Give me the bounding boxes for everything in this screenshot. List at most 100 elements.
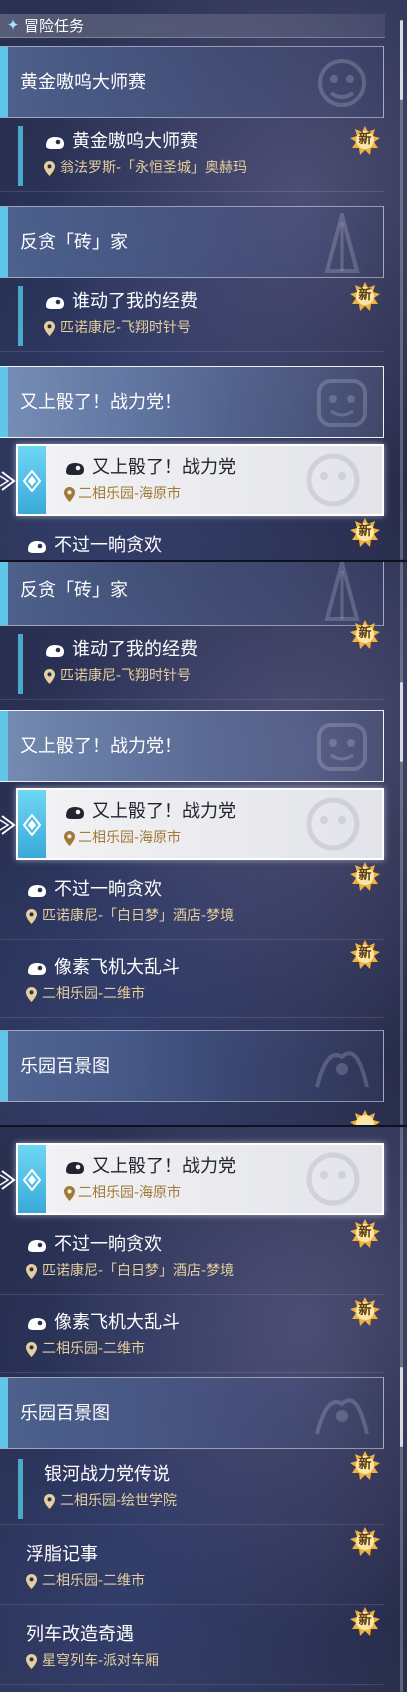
location-pin-icon (26, 1574, 37, 1589)
group-title: 反贪「砖」家 (20, 580, 128, 601)
quest-location: 匹诺康尼-「白日梦」酒店-梦境 (42, 908, 235, 924)
group-title: 乐园百景图 (20, 1056, 110, 1077)
quest-type-icon (28, 1318, 46, 1330)
quest-title: 又上骰了！战力党 (92, 801, 236, 822)
dragon-emblem-icon (315, 1051, 369, 1088)
group-title: 乐园百景图 (20, 1403, 110, 1424)
new-badge: 新 (350, 1607, 380, 1637)
quest-type-icon (46, 297, 64, 309)
quest-type-icon (66, 463, 84, 475)
new-badge: 新 (350, 282, 380, 312)
quest-group-battle-party[interactable]: 又上骰了！战力党！ (0, 366, 384, 438)
quest-item[interactable]: 像素飞机大乱斗 二相乐园-二维市 新 (0, 940, 384, 1018)
scrollbar-thumb[interactable] (400, 682, 403, 762)
group-accent-bar (0, 47, 8, 117)
quest-title: 像素飞机大乱斗 (54, 1312, 180, 1333)
scrollbar-thumb[interactable] (400, 20, 403, 100)
quest-title: 列车改造奇遇 (26, 1624, 134, 1645)
new-badge-label: 新 (358, 1457, 372, 1472)
mascot-watermark-icon (306, 453, 360, 507)
location-pin-icon (64, 1186, 75, 1201)
new-badge: 新 (350, 940, 380, 970)
quest-group-paradise-views[interactable]: 乐园百景图 (0, 1377, 384, 1449)
mascot-watermark-icon (306, 1152, 360, 1206)
new-badge: 新 (350, 1451, 380, 1481)
quest-title: 谁动了我的经费 (72, 639, 198, 660)
quest-title: 像素飞机大乱斗 (54, 957, 180, 978)
gate-emblem-icon (324, 213, 360, 273)
group-title: 黄金嗷呜大师赛 (20, 72, 146, 93)
quest-item[interactable]: 银河战力党传说 二相乐园-绘世学院 新 (0, 1451, 384, 1525)
group-accent-bar (0, 367, 8, 437)
quest-item-selected[interactable]: 又上骰了！战力党 二相乐园-海原市 (16, 1143, 384, 1215)
quest-item[interactable]: 浮脂记事 二相乐园-二维市 新 (0, 1527, 384, 1605)
quest-item[interactable]: 列车改造奇遇 星穹列车-派对车厢 新 (0, 1607, 384, 1685)
selected-marker-strip (18, 790, 46, 858)
new-badge-label: 新 (358, 1303, 372, 1318)
location-pin-icon (44, 669, 55, 684)
quest-item[interactable]: 像素飞机大乱斗 二相乐园-二维市 新 (0, 1297, 384, 1373)
new-badge: 新 (350, 1527, 380, 1557)
scrollbar-track[interactable] (400, 562, 403, 1125)
quest-location: 二相乐园-二维市 (42, 1341, 146, 1357)
quest-group-battle-party[interactable]: 又上骰了！战力党！ (0, 710, 384, 782)
new-badge: 新 (350, 620, 380, 650)
group-title: 又上骰了！战力党！ (20, 736, 182, 757)
quest-group-anti-graft[interactable]: 反贪「砖」家 (0, 206, 384, 278)
new-badge-label: 新 (358, 1613, 372, 1628)
quest-group-paradise-views[interactable]: 乐园百景图 (0, 1030, 384, 1102)
quest-location: 翁法罗斯-「永恒圣城」奥赫玛 (60, 160, 248, 176)
quest-title: 不过一晌贪欢 (54, 879, 162, 900)
quest-type-icon (28, 963, 46, 975)
location-pin-icon (26, 1654, 37, 1669)
scrollbar-thumb[interactable] (400, 1367, 403, 1447)
quest-location: 二相乐园-海原市 (78, 486, 182, 502)
sunburst-badge-icon (350, 1110, 380, 1125)
quest-title: 不过一晌贪欢 (54, 535, 162, 556)
new-badge-label: 新 (358, 626, 372, 641)
quest-group-golden-awoo[interactable]: 黄金嗷呜大师赛 (0, 46, 384, 118)
quest-panel-frame-1: ✦ 冒险任务 黄金嗷呜大师赛 黄金嗷呜大师赛 翁法罗斯-「永恒圣城」奥赫玛 新 … (0, 0, 407, 560)
scrollbar-track[interactable] (400, 20, 403, 560)
quest-item[interactable]: 不过一晌贪欢 匹诺康尼-「白日梦」酒店-梦境 新 (0, 1219, 384, 1295)
quest-type-icon (46, 645, 64, 657)
new-badge-label: 新 (358, 946, 372, 961)
quest-item-selected[interactable]: 又上骰了！战力党 二相乐园-海原市 (16, 788, 384, 860)
quest-location: 匹诺康尼-飞翔时针号 (60, 668, 192, 684)
dragon-emblem-icon (315, 1398, 369, 1435)
scrollbar-track[interactable] (400, 1127, 403, 1692)
quest-type-icon (28, 885, 46, 897)
quest-item[interactable]: 谁动了我的经费 匹诺康尼-飞翔时针号 新 (0, 280, 384, 352)
quest-item[interactable]: 黄金嗷呜大师赛 翁法罗斯-「永恒圣城」奥赫玛 新 (0, 120, 384, 192)
quest-title: 银河战力党传说 (44, 1464, 170, 1485)
group-title: 又上骰了！战力党！ (20, 392, 182, 413)
quest-title: 浮脂记事 (26, 1544, 98, 1565)
quest-location: 二相乐园-二维市 (42, 1573, 146, 1589)
quest-item-selected[interactable]: 又上骰了！战力党 二相乐园-海原市 (16, 444, 384, 516)
quest-type-icon (46, 137, 64, 149)
quest-title: 又上骰了！战力党 (92, 1156, 236, 1177)
mascot-emblem-icon (318, 59, 366, 107)
new-badge: 新 (350, 1297, 380, 1327)
mascot-watermark-icon (306, 797, 360, 851)
new-badge (350, 1110, 380, 1125)
quest-item[interactable]: 不过一晌贪欢 新 (0, 518, 384, 560)
quest-location: 匹诺康尼-飞翔时针号 (60, 320, 192, 336)
quest-title: 不过一晌贪欢 (54, 1234, 162, 1255)
location-pin-icon (26, 1264, 37, 1279)
location-pin-icon (26, 1342, 37, 1357)
quest-location: 星穹列车-派对车厢 (42, 1653, 160, 1669)
quest-indent-bar (18, 634, 23, 694)
quest-type-icon (66, 807, 84, 819)
quest-group-anti-graft[interactable]: 反贪「砖」家 (0, 562, 384, 626)
new-badge: 新 (350, 1219, 380, 1249)
quest-type-icon (28, 541, 46, 553)
quest-location: 二相乐园-绘世学院 (60, 1493, 178, 1509)
group-title: 反贪「砖」家 (20, 232, 128, 253)
new-badge-label: 新 (358, 288, 372, 303)
new-badge: 新 (350, 862, 380, 892)
quest-item[interactable]: 谁动了我的经费 匹诺康尼-飞翔时针号 新 (0, 620, 384, 700)
quest-item[interactable]: 不过一晌贪欢 匹诺康尼-「白日梦」酒店-梦境 新 (0, 862, 384, 940)
new-badge-label: 新 (358, 868, 372, 883)
new-badge-label: 新 (358, 1225, 372, 1240)
